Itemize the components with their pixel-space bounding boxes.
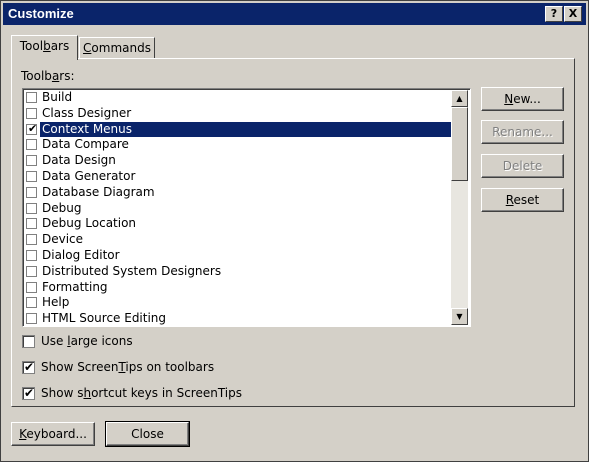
window-title: Customize [8, 6, 74, 21]
help-button[interactable]: ? [545, 6, 563, 22]
toolbar-list-item[interactable]: Database Diagram [24, 185, 451, 201]
vertical-scrollbar[interactable]: ▲ ▼ [451, 90, 468, 325]
toolbar-checkbox[interactable] [26, 313, 37, 325]
toolbar-list-item[interactable]: ✔ Context Menus [24, 121, 451, 138]
screentips-checkbox[interactable]: ✔ [22, 360, 35, 374]
toolbar-checkbox[interactable] [26, 281, 37, 293]
toolbar-list-item[interactable]: Debug [24, 201, 451, 217]
toolbar-item-label: Device [42, 232, 84, 247]
toolbar-item-label: Debug Location [42, 216, 137, 231]
toolbar-list-item[interactable]: Class Designer [24, 106, 451, 122]
tab-toolbars[interactable]: Toolbars [11, 35, 78, 60]
toolbar-checkbox[interactable] [26, 265, 37, 277]
rename-button[interactable]: Rename... [481, 120, 564, 144]
toolbar-checkbox[interactable] [26, 155, 37, 167]
toolbar-checkbox[interactable] [26, 234, 37, 246]
check-icon: ✔ [24, 386, 35, 400]
toolbar-list-item[interactable]: Formatting [24, 280, 451, 296]
toolbar-item-label: Distributed System Designers [42, 263, 222, 278]
toolbar-checkbox[interactable] [26, 297, 37, 309]
toolbar-list-item[interactable]: HTML Source Editing [24, 311, 451, 326]
toolbar-item-label: Data Generator [42, 168, 136, 183]
customize-dialog: Customize ? X Toolbars Commands Toolbars… [0, 0, 589, 462]
reset-button[interactable]: Reset [481, 188, 564, 212]
toolbar-checkbox[interactable] [26, 218, 37, 230]
toolbar-list-item[interactable]: Distributed System Designers [24, 264, 451, 280]
toolbar-list-item[interactable]: Data Generator [24, 169, 451, 185]
toolbar-item-label: Context Menus [40, 121, 451, 137]
toolbar-checkbox[interactable] [26, 249, 37, 261]
toolbar-list-item[interactable]: Dialog Editor [24, 248, 451, 264]
toolbars-list-label: Toolbars: [21, 69, 75, 83]
toolbar-checkbox[interactable] [26, 92, 37, 103]
toolbar-item-label: HTML Source Editing [42, 311, 167, 326]
toolbar-item-label: Help [42, 295, 70, 310]
title-bar[interactable]: Customize ? X [3, 3, 586, 25]
toolbar-checkbox[interactable] [26, 170, 37, 182]
toolbar-item-label: Build [42, 90, 73, 104]
toolbar-item-label: Dialog Editor [42, 247, 120, 262]
toolbars-list-rows: Build Class Designer ✔ Context Menus Data Co… [24, 90, 451, 326]
toolbar-list-item[interactable]: Data Design [24, 153, 451, 169]
toolbar-checkbox[interactable] [26, 107, 37, 119]
shortcut-keys-checkbox[interactable]: ✔ [22, 386, 35, 400]
keyboard-button[interactable]: Keyboard... [11, 422, 95, 446]
toolbars-listbox[interactable]: Build Class Designer ✔ Context Menus Data Co… [22, 88, 471, 327]
toolbar-checkbox[interactable]: ✔ [26, 121, 38, 135]
toolbar-list-item[interactable]: Data Compare [24, 137, 451, 153]
toolbar-checkbox[interactable] [26, 202, 37, 214]
delete-button[interactable]: Delete [481, 154, 564, 178]
scroll-up-icon[interactable]: ▲ [451, 90, 468, 107]
new-toolbar-button[interactable]: New... [481, 87, 564, 111]
large-icons-checkbox[interactable] [22, 335, 35, 348]
toolbar-list-item[interactable]: Debug Location [24, 216, 451, 232]
toolbar-list-item[interactable]: Device [24, 232, 451, 248]
check-icon: ✔ [24, 360, 35, 374]
toolbar-item-label: Database Diagram [42, 184, 155, 199]
scroll-down-icon[interactable]: ▼ [451, 308, 468, 325]
toolbar-item-label: Debug [42, 200, 82, 215]
toolbar-list-item[interactable]: Build [24, 90, 451, 106]
toolbar-list-item[interactable]: Help [24, 295, 451, 311]
toolbar-item-label: Data Compare [42, 137, 129, 152]
scroll-thumb[interactable] [451, 107, 468, 181]
toolbar-checkbox[interactable] [26, 139, 37, 151]
toolbar-item-label: Class Designer [42, 105, 132, 120]
toolbar-item-label: Formatting [42, 279, 108, 294]
check-icon: ✔ [28, 121, 38, 135]
toolbar-item-label: Data Design [42, 153, 116, 168]
tab-commands[interactable]: Commands [79, 37, 155, 58]
close-button[interactable]: Close [105, 421, 190, 447]
close-window-button[interactable]: X [564, 6, 582, 22]
toolbar-checkbox[interactable] [26, 186, 37, 198]
